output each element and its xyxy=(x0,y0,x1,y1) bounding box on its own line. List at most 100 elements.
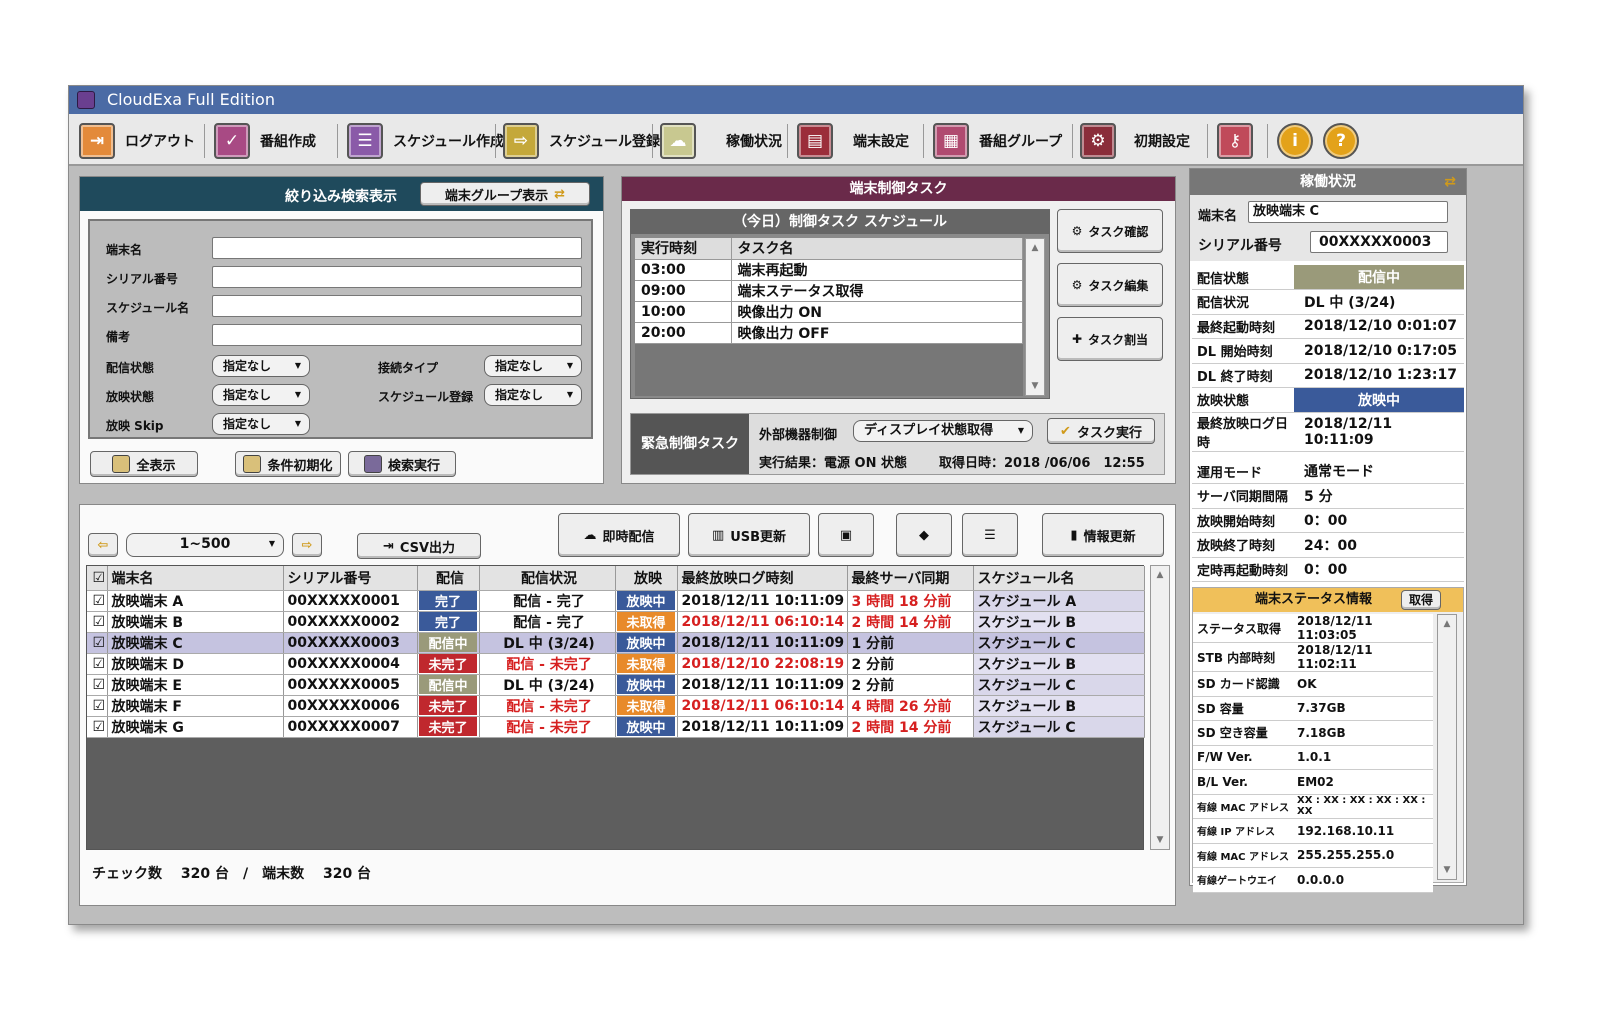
task-name: 映像出力 OFF xyxy=(731,322,1023,344)
row-checkbox[interactable]: ☑ xyxy=(87,590,108,612)
terminal-status-value: 7.37GB xyxy=(1293,696,1433,721)
scroll-up-icon[interactable]: ▲ xyxy=(1438,615,1456,633)
scroll-down-icon[interactable]: ▼ xyxy=(1026,377,1044,395)
scroll-up-icon[interactable]: ▲ xyxy=(1151,566,1169,584)
task-row[interactable]: 10:00 映像出力 ON xyxy=(635,301,1023,323)
search-header: 絞り込み検索表示 端末グループ表示 ⇄ xyxy=(80,177,603,211)
csv-export-button[interactable]: ⇥ CSV出力 xyxy=(357,533,481,559)
status-key: 放映終了時刻 xyxy=(1192,532,1294,558)
tray-icon: ◆ xyxy=(919,527,929,543)
schedule-create-button[interactable]: ☰ スケジュール作成 xyxy=(347,122,504,160)
table-row[interactable]: ☑ 放映端末 G 00XXXXX0007 未完了 配信 - 未完了 放映中 2018/12/… xyxy=(87,716,1145,738)
task-confirm-button[interactable]: ⚙ タスク確認 xyxy=(1057,209,1163,253)
task-execute-button[interactable]: ✔ タスク実行 xyxy=(1047,418,1155,444)
col-delivery: 配信 xyxy=(417,566,480,591)
task-row[interactable]: 09:00 端末ステータス取得 xyxy=(635,280,1023,302)
schedule-name: スケジュール C xyxy=(973,716,1145,738)
scroll-up-icon[interactable]: ▲ xyxy=(1026,239,1044,257)
terminal-name-input[interactable] xyxy=(212,237,582,259)
logout-button[interactable]: ⇥ ログアウト xyxy=(79,122,195,160)
usb-update-button[interactable]: ▥ USB更新 xyxy=(688,513,810,557)
info-icon: i xyxy=(1277,123,1313,159)
reset-button[interactable]: 条件初期化 xyxy=(235,451,341,477)
schedule-register-button[interactable]: ⇨ スケジュール登録 xyxy=(503,122,660,160)
row-checkbox[interactable]: ☑ xyxy=(87,653,108,675)
instant-delivery-button[interactable]: ☁ 即時配信 xyxy=(558,513,680,557)
remarks-input[interactable] xyxy=(212,324,582,346)
table-row[interactable]: ☑ 放映端末 F 00XXXXX0006 未完了 配信 - 未完了 未取得 2018/12/… xyxy=(87,695,1145,717)
row-checkbox[interactable]: ☑ xyxy=(87,716,108,738)
next-page-button[interactable]: ⇨ xyxy=(292,533,322,557)
task-row[interactable]: 03:00 端末再起動 xyxy=(635,259,1023,281)
table-row[interactable]: ☑ 放映端末 D 00XXXXX0004 未完了 配信 - 未完了 未取得 2018/12/… xyxy=(87,653,1145,675)
range-select[interactable]: 1~500 xyxy=(126,533,284,557)
row-checkbox[interactable]: ☑ xyxy=(87,632,108,654)
terminal-name: 放映端末 B xyxy=(107,611,284,633)
serial: 00XXXXX0007 xyxy=(283,716,418,738)
swap-arrows-icon: ⇄ xyxy=(1444,174,1456,190)
help-button[interactable]: ? xyxy=(1323,122,1359,160)
info-refresh-button[interactable]: ▮ 情報更新 xyxy=(1042,513,1164,557)
list-view-button[interactable]: ☰ xyxy=(962,513,1018,557)
delivery-state-select[interactable]: 指定なし xyxy=(212,355,310,377)
delivery-badge: 未完了 xyxy=(419,696,477,715)
serial-input[interactable] xyxy=(212,266,582,288)
last-sync: 4 時間 26 分前 xyxy=(847,695,974,717)
save-alert-button[interactable]: ▣ xyxy=(818,513,874,557)
status-scrollbar[interactable]: ▲ ▼ xyxy=(1437,614,1457,880)
status-key: 放映開始時刻 xyxy=(1192,508,1294,533)
program-create-button[interactable]: ✓ 番組作成 xyxy=(214,122,316,160)
table-row[interactable]: ☑ 放映端末 C 00XXXXX0003 配信中 DL 中 (3/24) 放映中 2018/… xyxy=(87,632,1145,654)
task-assign-label: タスク割当 xyxy=(1088,332,1149,347)
info-button[interactable]: i xyxy=(1277,122,1313,160)
search-execute-button[interactable]: 検索実行 xyxy=(348,451,456,477)
row-checkbox[interactable]: ☑ xyxy=(87,674,108,696)
task-edit-button[interactable]: ⚙ タスク編集 xyxy=(1057,263,1163,307)
operation-status-button[interactable]: ☁ 稼働状況 xyxy=(660,122,782,160)
schedule-name-input[interactable] xyxy=(212,295,582,317)
external-device-label: 外部機器制御 xyxy=(759,428,838,443)
terminal-group-button[interactable]: 端末グループ表示 ⇄ xyxy=(420,182,590,206)
table-row[interactable]: ☑ 放映端末 B 00XXXXX0002 完了 配信 - 完了 未取得 2018/12/11… xyxy=(87,611,1145,633)
skip-select[interactable]: 指定なし xyxy=(212,413,310,435)
terminal-name: 放映端末 C xyxy=(107,632,284,654)
title-bar: CloudExa Full Edition xyxy=(69,86,1523,114)
program-group-button[interactable]: ▦ 番組グループ xyxy=(933,122,1062,160)
terminal-status-value: 255.255.255.0 xyxy=(1293,843,1433,868)
select-all-checkbox[interactable]: ☑ xyxy=(87,566,108,591)
last-sync: 2 分前 xyxy=(847,674,974,696)
task-scrollbar[interactable]: ▲ ▼ xyxy=(1025,238,1045,396)
play-state-select[interactable]: 指定なし xyxy=(212,384,310,406)
initial-settings-button[interactable]: ⚙ 初期設定 xyxy=(1080,122,1190,160)
task-assign-button[interactable]: ✚ タスク割当 xyxy=(1057,317,1163,361)
terminal-status-value: 7.18GB xyxy=(1293,720,1433,746)
scroll-down-icon[interactable]: ▼ xyxy=(1438,861,1456,879)
show-all-button[interactable]: 全表示 xyxy=(90,451,198,477)
schedule-register-icon: ⇨ xyxy=(503,123,539,159)
table-row[interactable]: ☑ 放映端末 E 00XXXXX0005 配信中 DL 中 (3/24) 放映中 2018/… xyxy=(87,674,1145,696)
delivery-badge: 配信中 xyxy=(419,675,477,694)
terminal-status-value: 0.0.0.0 xyxy=(1293,867,1433,893)
task-row[interactable]: 20:00 映像出力 OFF xyxy=(635,322,1023,344)
schedule-reg-select[interactable]: 指定なし xyxy=(484,384,582,406)
app-window: CloudExa Full Edition ⇥ ログアウト ✓ 番組作成 ☰ スケジュ… xyxy=(68,85,1524,925)
row-checkbox[interactable]: ☑ xyxy=(87,611,108,633)
control-task-header: 端末制御タスク xyxy=(622,177,1175,201)
tray-button[interactable]: ◆ xyxy=(896,513,952,557)
play-badge: 放映中 xyxy=(617,591,675,610)
terminal-status-key: SD 空き容量 xyxy=(1193,720,1293,746)
row-checkbox[interactable]: ☑ xyxy=(87,695,108,717)
terminal-status-value: XX : XX : XX : XX : XX : XX xyxy=(1293,794,1433,819)
control-task-panel: 端末制御タスク （今日）制御タスク スケジュール 実行時刻 タスク名 03:00 端… xyxy=(621,176,1176,484)
scroll-down-icon[interactable]: ▼ xyxy=(1151,831,1169,849)
terminal-settings-button[interactable]: ▤ 端末設定 xyxy=(797,122,909,160)
external-device-select[interactable]: ディスプレイ状態取得 xyxy=(853,420,1033,442)
fetch-status-button[interactable]: 取得 xyxy=(1401,590,1441,610)
list-scrollbar[interactable]: ▲ ▼ xyxy=(1150,565,1170,850)
play-badge: 未取得 xyxy=(617,612,675,631)
prev-page-button[interactable]: ⇦ xyxy=(88,533,118,557)
key-button[interactable]: ⚷ xyxy=(1217,122,1253,160)
app-title: CloudExa Full Edition xyxy=(107,90,275,109)
connect-type-select[interactable]: 指定なし xyxy=(484,355,582,377)
table-row[interactable]: ☑ 放映端末 A 00XXXXX0001 完了 配信 - 完了 放映中 2018/12/11… xyxy=(87,590,1145,612)
